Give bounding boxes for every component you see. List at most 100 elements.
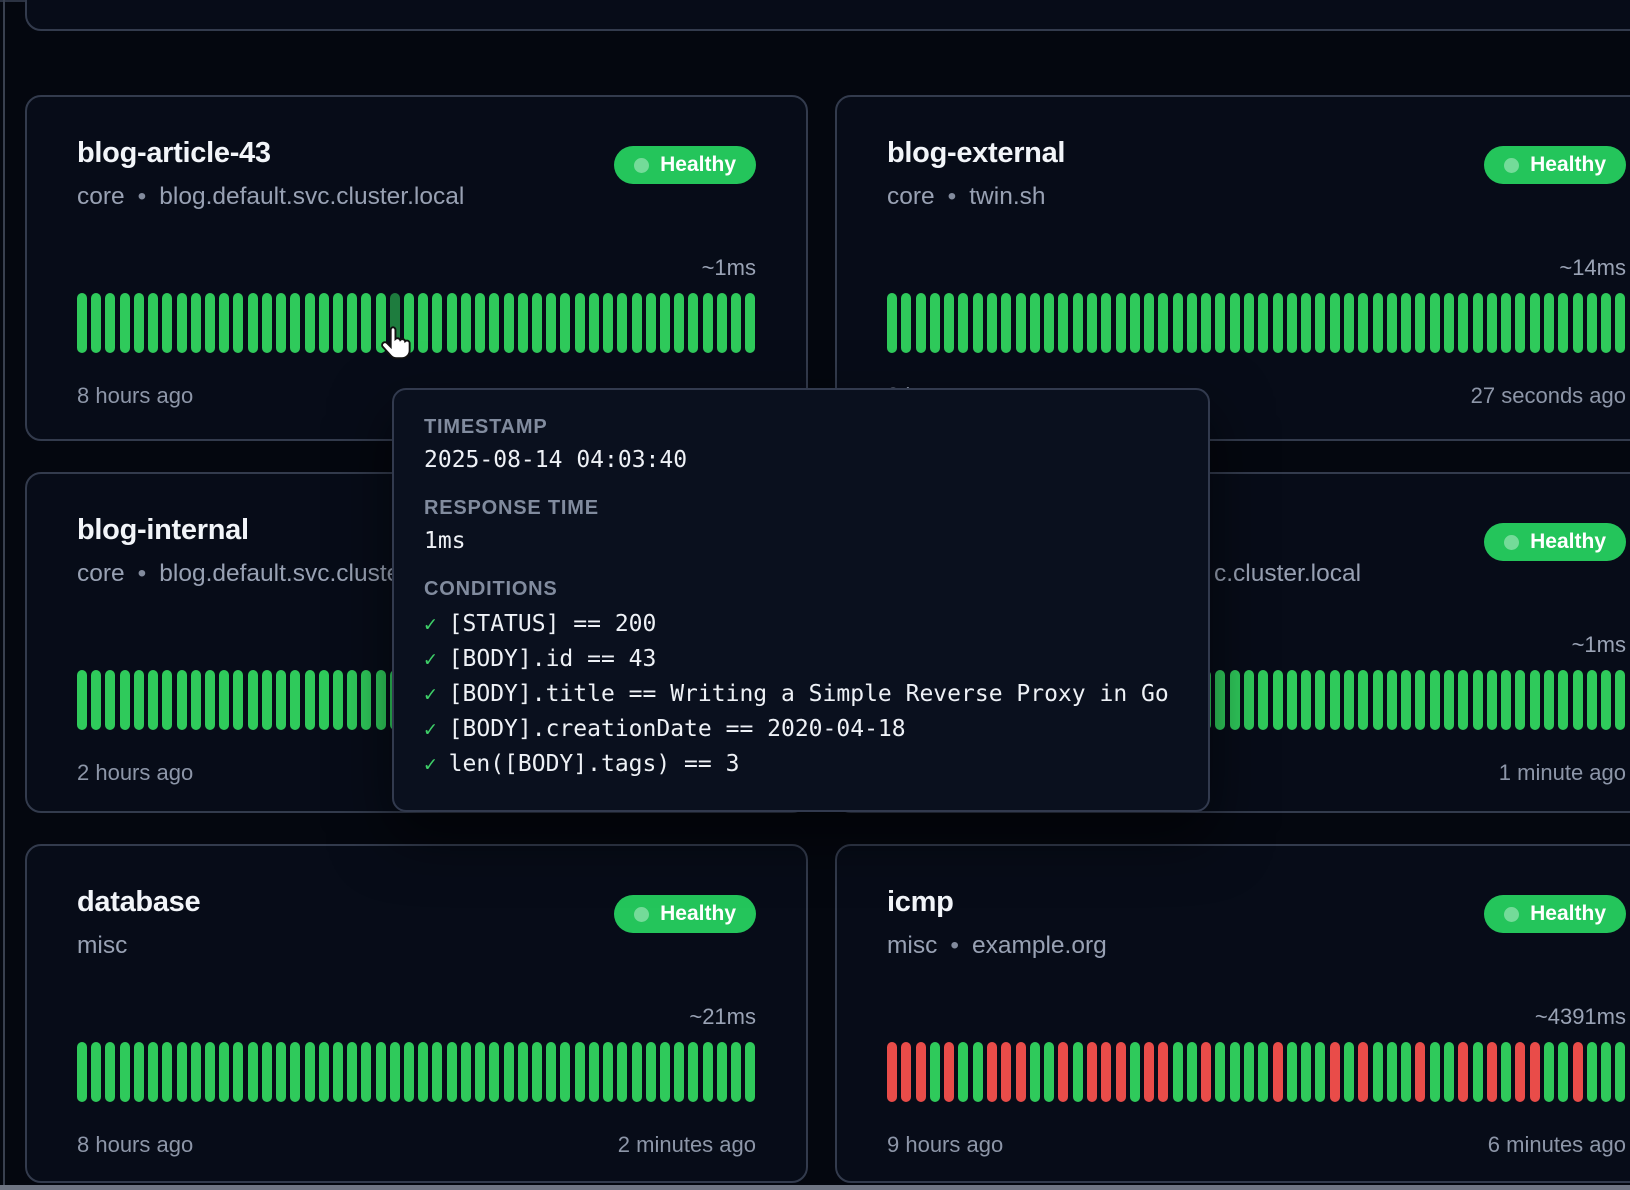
uptime-bar[interactable] [1358, 293, 1368, 353]
uptime-bar[interactable] [1344, 293, 1354, 353]
uptime-bar[interactable] [1016, 1042, 1026, 1102]
uptime-bar[interactable] [1258, 293, 1268, 353]
uptime-bar[interactable] [1187, 1042, 1197, 1102]
uptime-bar[interactable] [1001, 1042, 1011, 1102]
uptime-bar[interactable] [745, 293, 755, 353]
uptime-bar[interactable] [973, 293, 983, 353]
uptime-bar[interactable] [319, 293, 329, 353]
uptime-bar[interactable] [248, 670, 258, 730]
uptime-bar[interactable] [688, 293, 698, 353]
uptime-bar[interactable] [660, 293, 670, 353]
uptime-bar[interactable] [77, 293, 87, 353]
uptime-bar[interactable] [1544, 1042, 1554, 1102]
uptime-bar[interactable] [1158, 1042, 1168, 1102]
uptime-bar[interactable] [1058, 293, 1068, 353]
uptime-bar[interactable] [191, 670, 201, 730]
uptime-bar[interactable] [1244, 293, 1254, 353]
uptime-bar[interactable] [248, 1042, 258, 1102]
uptime-bar[interactable] [887, 1042, 897, 1102]
uptime-bar[interactable] [177, 293, 187, 353]
uptime-bar[interactable] [1287, 1042, 1297, 1102]
uptime-bar[interactable] [1458, 1042, 1468, 1102]
uptime-bar[interactable] [987, 1042, 997, 1102]
uptime-bar[interactable] [1087, 293, 1097, 353]
uptime-bar[interactable] [1530, 293, 1540, 353]
uptime-bar[interactable] [546, 293, 556, 353]
uptime-bar[interactable] [134, 293, 144, 353]
uptime-bar[interactable] [162, 1042, 172, 1102]
uptime-bar[interactable] [376, 670, 386, 730]
uptime-bar[interactable] [1430, 293, 1440, 353]
uptime-bar[interactable] [1530, 1042, 1540, 1102]
uptime-bar[interactable] [376, 1042, 386, 1102]
uptime-bar[interactable] [646, 293, 656, 353]
uptime-bar[interactable] [1173, 293, 1183, 353]
uptime-bar[interactable] [731, 293, 741, 353]
uptime-bar[interactable] [1401, 670, 1411, 730]
uptime-bar[interactable] [717, 293, 727, 353]
uptime-bar[interactable] [1430, 1042, 1440, 1102]
uptime-bar[interactable] [1587, 1042, 1597, 1102]
uptime-bar[interactable] [617, 1042, 627, 1102]
uptime-bar[interactable] [916, 1042, 926, 1102]
uptime-bar[interactable] [1515, 293, 1525, 353]
uptime-bar[interactable] [1587, 670, 1597, 730]
uptime-bar[interactable] [1315, 293, 1325, 353]
uptime-bar[interactable] [134, 1042, 144, 1102]
uptime-bar[interactable] [1587, 293, 1597, 353]
uptime-bar[interactable] [319, 670, 329, 730]
uptime-bar[interactable] [447, 293, 457, 353]
uptime-bar[interactable] [1358, 1042, 1368, 1102]
uptime-bar[interactable] [105, 670, 115, 730]
uptime-bar[interactable] [1501, 1042, 1511, 1102]
uptime-bar[interactable] [504, 293, 514, 353]
uptime-bar[interactable] [276, 1042, 286, 1102]
uptime-bar[interactable] [1230, 670, 1240, 730]
uptime-bar[interactable] [233, 293, 243, 353]
uptime-bar[interactable] [1501, 293, 1511, 353]
uptime-bar[interactable] [1601, 1042, 1611, 1102]
uptime-bar[interactable] [148, 1042, 158, 1102]
uptime-bar[interactable] [617, 293, 627, 353]
uptime-bar[interactable] [1287, 670, 1297, 730]
uptime-bar[interactable] [1373, 293, 1383, 353]
uptime-bar[interactable] [148, 293, 158, 353]
uptime-bar[interactable] [504, 1042, 514, 1102]
uptime-bar[interactable] [1615, 1042, 1625, 1102]
uptime-bar[interactable] [646, 1042, 656, 1102]
uptime-bar[interactable] [603, 293, 613, 353]
uptime-bar[interactable] [333, 293, 343, 353]
uptime-bar[interactable] [518, 1042, 528, 1102]
uptime-bar[interactable] [745, 1042, 755, 1102]
uptime-bar[interactable] [887, 293, 897, 353]
uptime-bar[interactable] [1415, 670, 1425, 730]
uptime-bar[interactable] [1258, 670, 1268, 730]
uptime-bar[interactable] [347, 293, 357, 353]
uptime-bar[interactable] [262, 293, 272, 353]
uptime-bar[interactable] [1230, 1042, 1240, 1102]
uptime-bar[interactable] [688, 1042, 698, 1102]
uptime-bar[interactable] [1058, 1042, 1068, 1102]
uptime-bar[interactable] [703, 1042, 713, 1102]
uptime-bar[interactable] [290, 293, 300, 353]
uptime-bar[interactable] [717, 1042, 727, 1102]
uptime-bar[interactable] [91, 293, 101, 353]
uptime-bar[interactable] [1544, 293, 1554, 353]
uptime-bar[interactable] [1558, 670, 1568, 730]
uptime-bar[interactable] [518, 293, 528, 353]
uptime-bar[interactable] [1215, 670, 1225, 730]
uptime-bar[interactable] [1444, 293, 1454, 353]
uptime-bar[interactable] [1444, 670, 1454, 730]
uptime-bar[interactable] [290, 670, 300, 730]
uptime-bar[interactable] [361, 1042, 371, 1102]
uptime-bar[interactable] [333, 1042, 343, 1102]
uptime-bar[interactable] [1173, 1042, 1183, 1102]
uptime-bar[interactable] [546, 1042, 556, 1102]
uptime-bar[interactable] [703, 293, 713, 353]
uptime-bar[interactable] [1330, 1042, 1340, 1102]
uptime-bar[interactable] [1101, 293, 1111, 353]
uptime-bar[interactable] [560, 293, 570, 353]
uptime-bar[interactable] [632, 293, 642, 353]
uptime-bar[interactable] [1144, 1042, 1154, 1102]
uptime-bar[interactable] [262, 1042, 272, 1102]
